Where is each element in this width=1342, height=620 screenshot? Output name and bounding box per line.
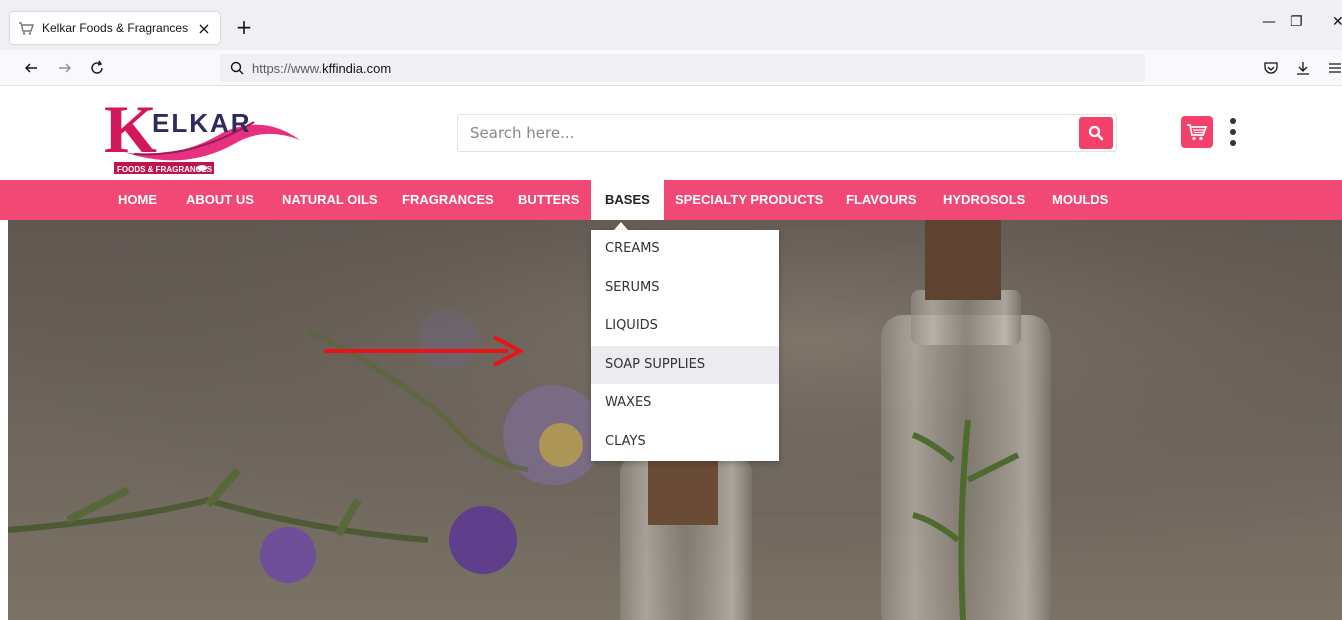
menu-item-hydrosols[interactable]: HYDROSOLS (943, 180, 1025, 220)
url-prefix: https://www. (252, 60, 323, 76)
browser-tab-bar: Kelkar Foods & Fragrances × + — ❐ ✕ (0, 0, 1342, 50)
dropdown-item-soap-supplies[interactable]: SOAP SUPPLIES (591, 345, 779, 384)
site-search-box (457, 114, 1117, 152)
menu-item-home[interactable]: HOME (118, 180, 157, 220)
logo-wordmark: ELKAR (152, 108, 252, 138)
site-header: K ELKAR FOODS & FRAGRANCES (0, 86, 1342, 180)
pocket-icon[interactable] (1258, 55, 1284, 81)
dropdown-item-serums[interactable]: SERUMS (591, 269, 779, 308)
dropdown-item-creams[interactable]: CREAMS (591, 230, 779, 269)
main-menu: HOME ABOUT US NATURAL OILS FRAGRANCES BU… (0, 180, 1342, 220)
menu-item-bases[interactable]: BASES (591, 180, 664, 220)
reload-icon[interactable] (84, 55, 110, 81)
logo-letter-k: K (104, 92, 157, 167)
minimize-button[interactable]: — (1262, 14, 1276, 30)
cart-button[interactable] (1181, 116, 1213, 148)
more-options-icon[interactable] (1224, 116, 1242, 148)
menu-hamburger-icon[interactable] (1322, 55, 1342, 81)
url-text: https://www.kffindia.com (252, 61, 391, 76)
dropdown-item-waxes[interactable]: WAXES (591, 384, 779, 423)
site-search-button[interactable] (1079, 117, 1113, 149)
menu-item-fragrances[interactable]: FRAGRANCES (402, 180, 494, 220)
new-tab-button[interactable]: + (232, 15, 256, 39)
back-arrow-icon[interactable] (18, 55, 44, 81)
forward-arrow-icon[interactable] (52, 55, 78, 81)
tab-close-icon[interactable]: × (196, 19, 212, 38)
browser-nav-bar: https://www.kffindia.com (0, 50, 1342, 86)
tab-title: Kelkar Foods & Fragrances (42, 21, 189, 35)
kelkar-logo[interactable]: K ELKAR FOODS & FRAGRANCES (104, 92, 304, 176)
browser-tab[interactable]: Kelkar Foods & Fragrances × (10, 12, 220, 44)
site-search-input[interactable] (458, 115, 1078, 151)
cart-favicon-icon (19, 22, 34, 35)
dropdown-item-liquids[interactable]: LIQUIDS (591, 307, 779, 346)
search-icon (230, 61, 244, 75)
cart-icon (1187, 124, 1208, 141)
menu-item-about-us[interactable]: ABOUT US (186, 180, 254, 220)
menu-item-moulds[interactable]: MOULDS (1052, 180, 1108, 220)
dropdown-item-clays[interactable]: CLAYS (591, 423, 779, 462)
url-bar[interactable]: https://www.kffindia.com (220, 54, 1145, 82)
url-host: kffindia.com (322, 60, 392, 76)
dropdown-caret (614, 222, 628, 230)
download-icon[interactable] (1290, 55, 1316, 81)
menu-item-flavours[interactable]: FLAVOURS (846, 180, 917, 220)
search-icon (1088, 125, 1104, 141)
restore-button[interactable]: ❐ (1290, 14, 1303, 30)
menu-item-specialty-products[interactable]: SPECIALTY PRODUCTS (675, 180, 823, 220)
menu-item-natural-oils[interactable]: NATURAL OILS (282, 180, 378, 220)
bases-dropdown: CREAMS SERUMS LIQUIDS SOAP SUPPLIES WAXE… (591, 230, 779, 461)
close-window-button[interactable]: ✕ (1332, 14, 1342, 30)
menu-item-butters[interactable]: BUTTERS (518, 180, 579, 220)
